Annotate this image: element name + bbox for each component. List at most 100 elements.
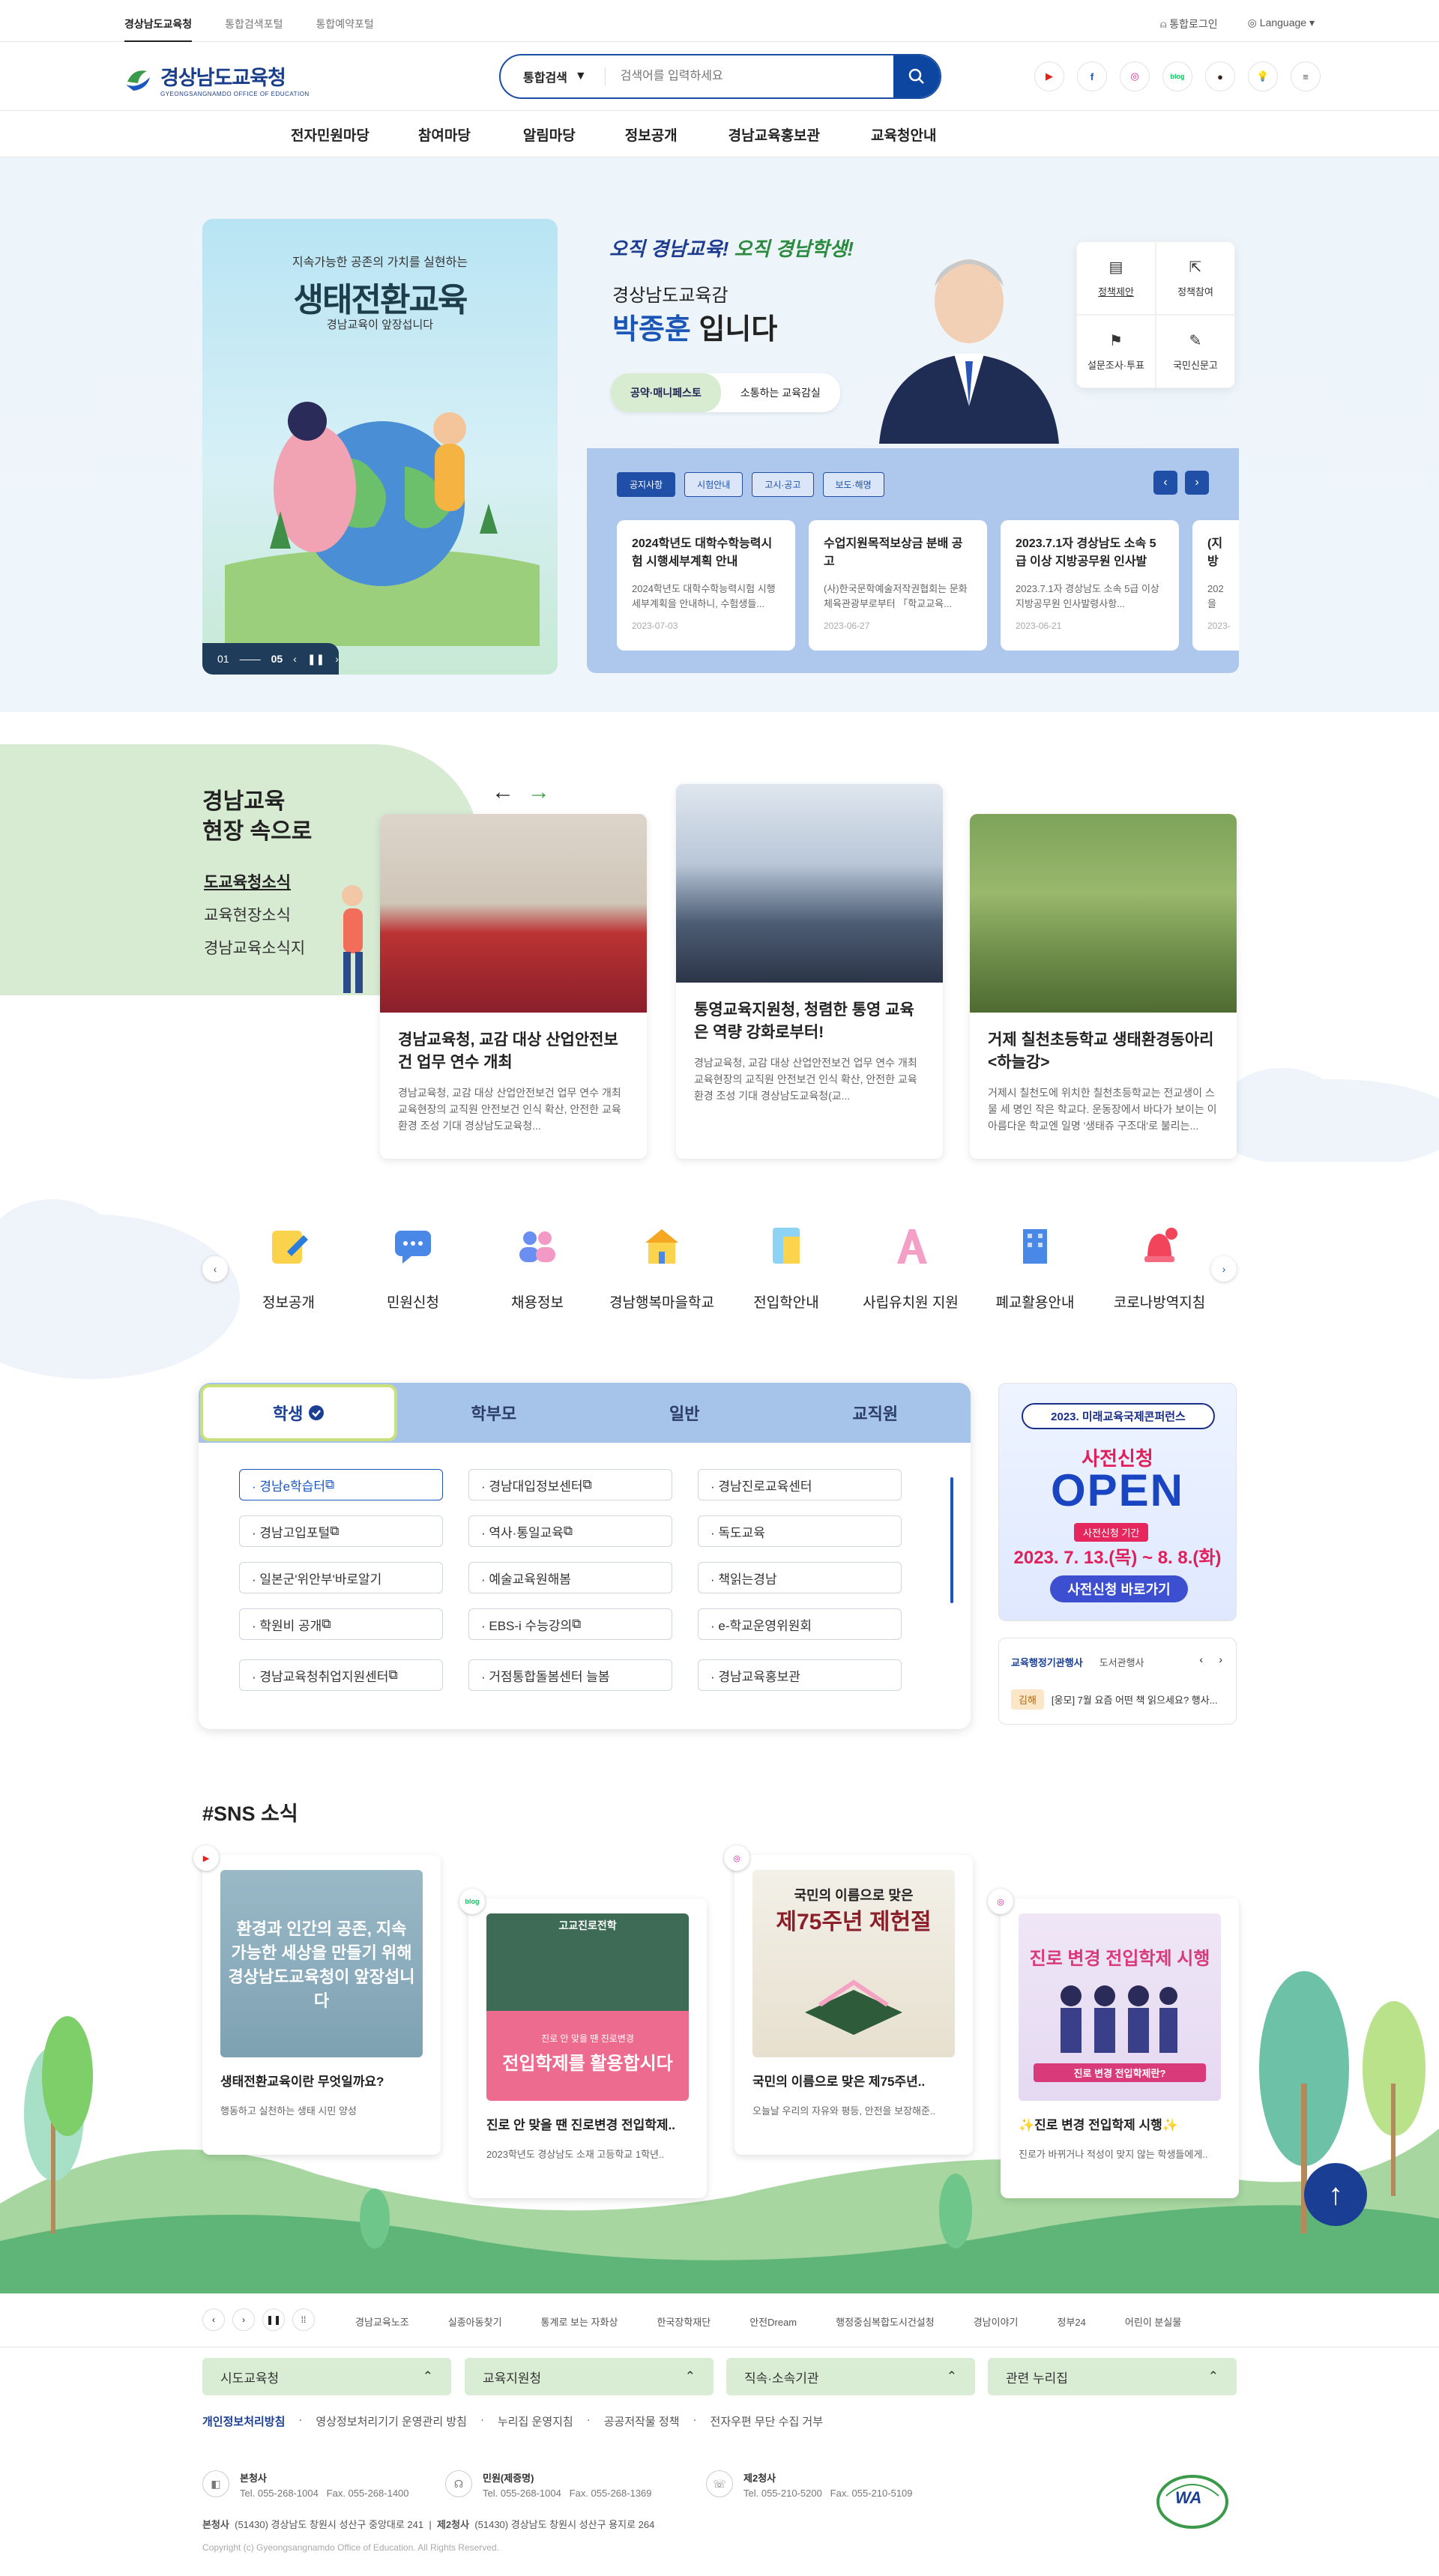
field-news-card[interactable]: 통영교육지원청, 청렴한 통영 교육은 역량 강화로부터! 경남교육청, 교감 … (676, 784, 943, 1159)
sns-card[interactable]: 고교진로전학 진로 안 맞을 땐 진로변경 전입학제를 활용합시다 진로 안 맞… (468, 1898, 707, 2198)
tab-admin-events[interactable]: 교육행정기관행사 (1011, 1655, 1083, 1669)
prev-icon[interactable]: ‹ (293, 653, 297, 665)
survey-button[interactable]: ⚑ 설문조사·투표 (1076, 315, 1156, 388)
link-item[interactable]: · 독도교육 (698, 1515, 902, 1547)
promo-banner[interactable]: 2023. 미래교육국제콘퍼런스 사전신청 OPEN 사전신청 기간 2023.… (998, 1383, 1237, 1621)
link-item[interactable]: · EBS-i 수능강의 ⧉ (468, 1608, 672, 1640)
link-item[interactable]: · 학원비 공개 ⧉ (239, 1608, 443, 1640)
related-site-link[interactable]: 정부24 (1058, 2314, 1086, 2329)
arrow-left-icon[interactable]: ← (492, 779, 514, 805)
blog-icon[interactable]: blog (1162, 61, 1192, 91)
language-select[interactable]: ◎ Language ▾ (1248, 16, 1315, 31)
idea-icon[interactable]: 💡 (1248, 61, 1278, 91)
email-refusal-link[interactable]: 전자우편 무단 수집 거부 (711, 2413, 824, 2429)
link-item[interactable]: · 역사·통일교육 ⧉ (468, 1515, 672, 1547)
link-item[interactable]: · e-학교운영위원회 (698, 1608, 902, 1640)
select-related-sites[interactable]: 관련 누리집 ⌃ (988, 2358, 1237, 2395)
pause-icon[interactable]: ❚❚ (262, 2308, 285, 2331)
nav-item-about[interactable]: 교육청안내 (871, 124, 936, 145)
menu-icon[interactable]: ≡ (1291, 61, 1321, 91)
related-site-link[interactable]: 통계로 보는 자화상 (541, 2314, 618, 2329)
notice-card[interactable]: 2024학년도 대학수학능력시험 시행세부계획 안내 2024학년도 대학수학능… (617, 520, 795, 651)
youtube-icon[interactable]: ▶ (1034, 61, 1064, 91)
pause-icon[interactable]: ❚❚ (307, 653, 325, 666)
scroll-to-top-button[interactable]: ↑ (1304, 2163, 1367, 2226)
link-item[interactable]: · 일본군'위안부'바로알기 (239, 1562, 443, 1593)
notice-card[interactable]: 수업지원목적보상금 분배 공고 (사)한국문학예술저작권협회는 문화체육관광부로… (809, 520, 987, 651)
tab-search-portal[interactable]: 통합검색포털 (225, 16, 283, 42)
event-row[interactable]: 김해 [웅모] 7월 요즘 어떤 책 읽으세요? 행사... (1011, 1689, 1218, 1710)
service-info-disclosure[interactable]: 정보공개 (232, 1222, 345, 1312)
select-provincial-offices[interactable]: 시도교육청 ⌃ (202, 2358, 451, 2395)
link-item[interactable]: · 책읽는경남 (698, 1562, 902, 1593)
related-site-link[interactable]: 경남이야기 (974, 2314, 1019, 2329)
next-icon[interactable]: › (335, 653, 339, 665)
service-recruitment[interactable]: 채용정보 (481, 1222, 594, 1312)
related-site-link[interactable]: 실종아동찾기 (448, 2314, 502, 2329)
nav-item-disclosure[interactable]: 정보공개 (625, 124, 678, 145)
next-icon[interactable]: › (232, 2308, 255, 2331)
link-item[interactable]: · 경남교육홍보관 (698, 1659, 902, 1691)
next-arrow-icon[interactable]: › (1185, 471, 1209, 495)
tab-press[interactable]: 보도·해명 (822, 472, 884, 497)
service-civil-request[interactable]: 민원신청 (357, 1222, 469, 1312)
related-site-link[interactable]: 행정중심복합도시건설청 (836, 2314, 935, 2329)
service-private-kindergarten[interactable]: 사립유치원 지원 (854, 1222, 967, 1312)
prev-arrow-icon[interactable]: ‹ (1153, 471, 1177, 495)
search-input[interactable] (605, 70, 893, 83)
next-icon[interactable]: › (1219, 1653, 1222, 1665)
service-covid-guide[interactable]: 코로나방역지침 (1103, 1222, 1216, 1312)
cctv-policy-link[interactable]: 영상정보처리기기 운영관리 방침 (316, 2413, 467, 2429)
nav-item-notice[interactable]: 알림마당 (523, 124, 576, 145)
privacy-policy-link[interactable]: 개인정보처리방침 (202, 2413, 285, 2429)
search-button[interactable] (893, 55, 940, 97)
kakaotalk-icon[interactable]: ● (1205, 61, 1235, 91)
link-item[interactable]: · 예술교육원해봄 (468, 1562, 672, 1593)
tab-reservation-portal[interactable]: 통합예약포털 (316, 16, 373, 42)
select-affiliated-orgs[interactable]: 직속·소속기관 ⌃ (726, 2358, 975, 2395)
manifesto-button[interactable]: 공약·매니페스토 (611, 373, 721, 412)
nav-item-civil[interactable]: 전자민원마당 (291, 124, 369, 145)
prev-icon[interactable]: ‹ (1199, 1653, 1203, 1665)
site-guideline-link[interactable]: 누리집 운영지침 (498, 2413, 573, 2429)
related-site-link[interactable]: 한국장학재단 (657, 2314, 711, 2329)
tab-general[interactable]: 일반 (589, 1383, 780, 1443)
related-site-link[interactable]: 안전Dream (749, 2314, 797, 2329)
link-item[interactable]: · 경남고입포털 ⧉ (239, 1515, 443, 1547)
facebook-icon[interactable]: f (1077, 61, 1107, 91)
policy-participation-button[interactable]: ⇱ 정책참여 (1156, 241, 1235, 315)
public-works-policy-link[interactable]: 공공저작물 정책 (604, 2413, 680, 2429)
field-news-card[interactable]: 경남교육청, 교감 대상 산업안전보건 업무 연수 개최 경남교육청, 교감 대… (380, 814, 647, 1159)
notice-card[interactable]: 2023.7.1자 경상남도 소속 5급 이상 지방공무원 인사발령.. 202… (1001, 520, 1179, 651)
prev-icon[interactable]: ‹ (202, 2308, 225, 2331)
search-scope-select[interactable]: 통합검색 ▼ (501, 67, 606, 85)
promo-button[interactable]: 사전신청 바로가기 (1050, 1575, 1188, 1602)
grid-icon[interactable]: ⁞⁞ (292, 2308, 315, 2331)
related-site-link[interactable]: 어린이 분실물 (1125, 2314, 1181, 2329)
field-news-card[interactable]: 거제 칠천초등학교 생태환경동아리 <하늘강> 거제시 칠천도에 위치한 칠천초… (970, 814, 1237, 1159)
policy-proposal-button[interactable]: ▤ 정책제안 (1076, 241, 1156, 315)
tab-main-portal[interactable]: 경상남도교육청 (124, 16, 193, 42)
epeople-button[interactable]: ✎ 국민신문고 (1156, 315, 1235, 388)
sns-card[interactable]: 진로 변경 전입학제 시행 진로 변경 전입학제란? ✨진로 변경 전입학제 시… (1001, 1898, 1239, 2198)
menu-item-school-news[interactable]: 교육현장소식 (204, 899, 305, 932)
link-item[interactable]: · 경남교육청취업지원센터 ⧉ (239, 1659, 443, 1691)
link-item[interactable]: · 경남e학습터 ⧉ (239, 1469, 443, 1500)
link-item[interactable]: · 경남진로교육센터 (698, 1469, 902, 1500)
nav-item-participation[interactable]: 참여마당 (418, 124, 471, 145)
site-logo[interactable]: 경상남도교육청 GYEONGSANGNAMDO OFFICE OF EDUCAT… (124, 61, 310, 97)
service-transfer-guide[interactable]: 전입학안내 (730, 1222, 842, 1312)
tab-exam[interactable]: 시험안내 (684, 472, 743, 497)
arrow-right-icon[interactable]: → (528, 779, 550, 805)
links-scrollbar[interactable] (950, 1477, 953, 1603)
tab-notice[interactable]: 공지사항 (617, 472, 676, 497)
tab-student[interactable]: 학생 (200, 1384, 397, 1441)
menu-item-newsletter[interactable]: 경남교육소식지 (204, 932, 305, 965)
sns-card[interactable]: 국민의 이름으로 맞은 제75주년 제헌절 국민의 이름으로 맞은 제75주년.… (734, 1855, 973, 2155)
sns-card[interactable]: 환경과 인간의 공존, 지속 가능한 세상을 만들기 위해 경상남도교육청이 앞… (202, 1855, 441, 2155)
link-item[interactable]: · 경남대입정보센터 ⧉ (468, 1469, 672, 1500)
tab-library-events[interactable]: 도서관행사 (1099, 1655, 1144, 1669)
service-happy-village-school[interactable]: 경남행복마을학교 (606, 1222, 718, 1312)
select-district-offices[interactable]: 교육지원청 ⌃ (465, 2358, 714, 2395)
instagram-icon[interactable]: ◎ (1120, 61, 1150, 91)
